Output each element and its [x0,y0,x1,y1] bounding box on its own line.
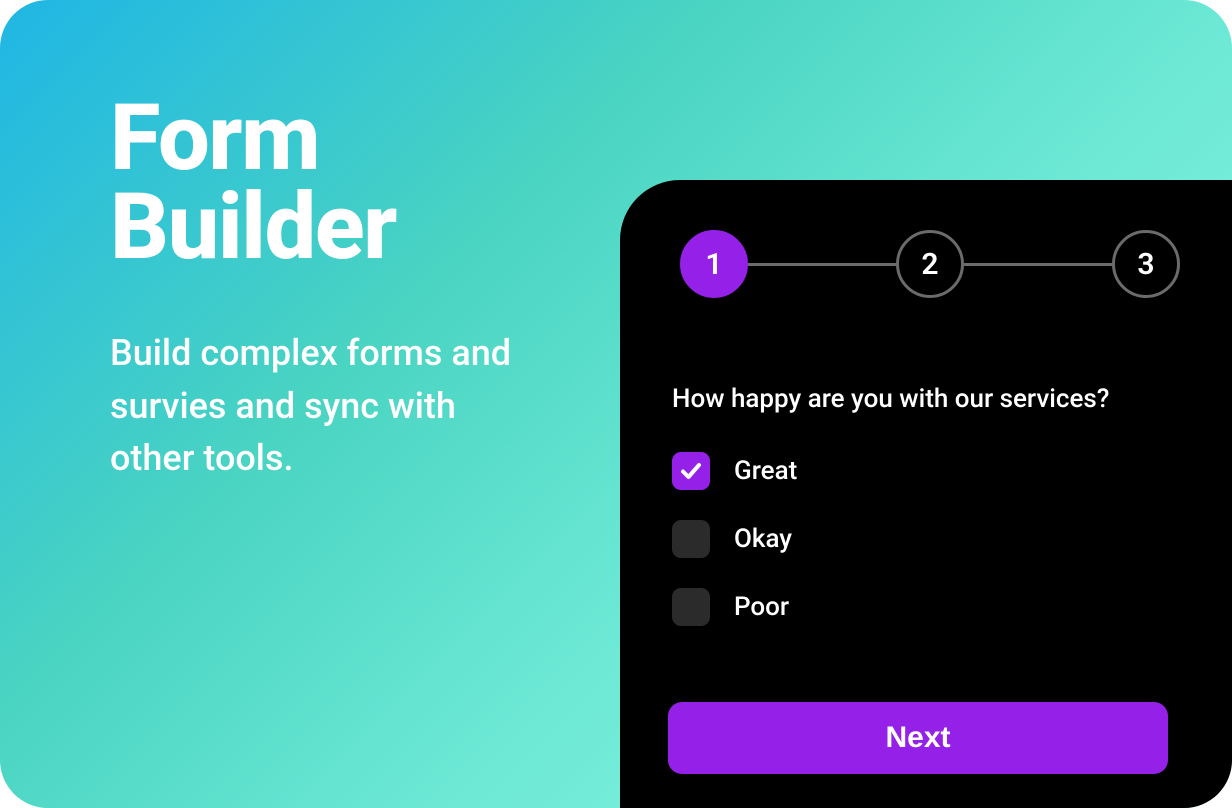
option-label: Okay [734,524,792,554]
hero-section: Form Builder Build complex forms and sur… [110,94,540,484]
hero-subtitle: Build complex forms and survies and sync… [110,327,540,484]
option-poor[interactable]: Poor [672,588,1188,626]
option-label: Poor [734,592,789,622]
step-2[interactable]: 2 [896,230,964,298]
hero-title: Form Builder [110,94,540,272]
survey-question: How happy are you with our services? [672,384,1188,414]
option-great[interactable]: Great [672,452,1188,490]
survey-panel: 1 2 3 How happy are you with our service… [620,180,1232,808]
checkbox-great[interactable] [672,452,710,490]
check-icon [679,459,703,483]
option-okay[interactable]: Okay [672,520,1188,558]
form-builder-card: Form Builder Build complex forms and sur… [0,0,1232,808]
survey-options: Great Okay Poor [672,452,1188,626]
stepper: 1 2 3 [672,230,1188,298]
step-line [964,263,1112,266]
step-line [748,263,896,266]
checkbox-poor[interactable] [672,588,710,626]
step-1[interactable]: 1 [680,230,748,298]
option-label: Great [734,456,797,486]
checkbox-okay[interactable] [672,520,710,558]
step-3[interactable]: 3 [1112,230,1180,298]
next-button[interactable]: Next [668,702,1168,774]
